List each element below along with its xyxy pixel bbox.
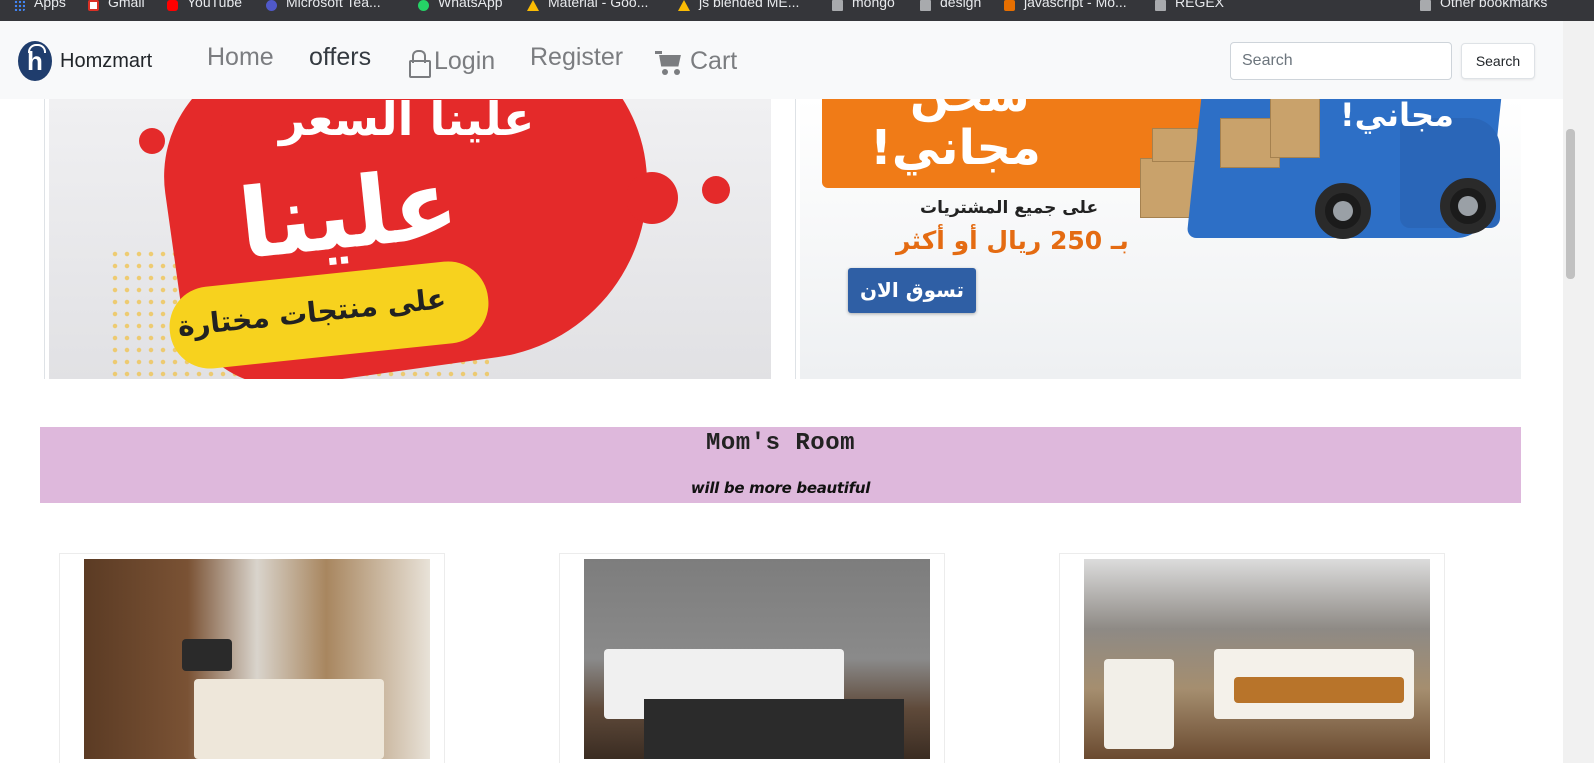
youtube-icon xyxy=(167,0,178,11)
bookmark-design[interactable]: design xyxy=(920,0,981,21)
bookmarks-bar: Apps Gmail YouTube Microsoft Tea... What… xyxy=(0,0,1594,21)
parcel-box xyxy=(1270,98,1320,158)
red-dot xyxy=(139,128,165,154)
whatsapp-icon xyxy=(418,0,429,11)
drive-icon xyxy=(678,0,690,11)
section-header-moms-room: Mom's Room will be more beautiful xyxy=(40,427,1521,503)
offer-banner-discount[interactable]: علينا السعر علينا على منتجات مختارة xyxy=(49,98,771,379)
nav-register[interactable]: Register xyxy=(530,43,623,72)
banner-left-headline: علينا xyxy=(233,146,464,282)
java-icon xyxy=(1004,0,1015,11)
parcel-box xyxy=(1152,128,1198,162)
bookmark-other[interactable]: Other bookmarks xyxy=(1420,0,1547,21)
banner-right-line2: بـ 250 ريال أو أكثر xyxy=(896,226,1129,255)
banner-right-headline: مجاني! xyxy=(870,120,1041,176)
bookmark-regex[interactable]: REGEX xyxy=(1155,0,1224,21)
truck-label: مجاني! xyxy=(1340,98,1454,134)
bookmark-youtube[interactable]: YouTube xyxy=(167,0,242,21)
page-scrollbar[interactable] xyxy=(1563,21,1594,763)
red-dot xyxy=(702,176,730,204)
product-card[interactable] xyxy=(59,553,445,763)
bed-cover-shape xyxy=(1234,677,1404,703)
folder-icon xyxy=(920,0,931,11)
nav-cart-label: Cart xyxy=(690,47,738,75)
banner-divider xyxy=(44,98,45,379)
bookmark-js-blended[interactable]: js blended ME... xyxy=(678,0,799,21)
nav-home[interactable]: Home xyxy=(207,43,274,72)
brand-name: Homzmart xyxy=(60,49,153,72)
red-dot xyxy=(189,124,237,172)
shopping-cart-icon xyxy=(655,49,683,75)
shop-now-button[interactable]: تسوق الان xyxy=(848,268,976,313)
nav-offers[interactable]: offers xyxy=(309,43,371,72)
banner-left-headline-top: علينا السعر xyxy=(279,98,535,146)
bookmark-material-google[interactable]: Material - Goo... xyxy=(527,0,648,21)
bookmark-microsoft-teams[interactable]: Microsoft Tea... xyxy=(266,0,381,21)
rug-shape xyxy=(644,699,904,759)
nav-cart[interactable]: Cart xyxy=(655,47,737,76)
brand-link[interactable]: Homzmart xyxy=(18,41,152,81)
product-image-bedroom-3[interactable] xyxy=(1084,559,1430,759)
product-image-bedroom-1[interactable] xyxy=(84,559,430,759)
banner-divider xyxy=(795,98,796,379)
drive-icon xyxy=(527,0,539,11)
banner-right-headline-top: شحن xyxy=(910,98,1030,122)
red-dot xyxy=(626,172,678,224)
bookmark-javascript[interactable]: javascript - Mo... xyxy=(1004,0,1127,21)
scrollbar-thumb[interactable] xyxy=(1566,129,1575,279)
section-title: Mom's Room xyxy=(705,430,856,457)
bookmark-gmail[interactable]: Gmail xyxy=(88,0,145,21)
unlock-icon xyxy=(409,49,431,78)
nav-login[interactable]: Login xyxy=(409,47,496,78)
bed-shape xyxy=(194,679,384,759)
bookmark-apps[interactable]: Apps xyxy=(14,0,66,21)
apps-grid-icon xyxy=(14,0,25,11)
search-button[interactable]: Search xyxy=(1461,43,1535,79)
folder-icon xyxy=(1420,0,1431,11)
nav-login-label: Login xyxy=(434,47,496,75)
truck-wheel xyxy=(1440,178,1496,234)
product-image-bedroom-2[interactable] xyxy=(584,559,930,759)
search-input[interactable] xyxy=(1230,42,1452,80)
product-card[interactable] xyxy=(1059,553,1445,763)
tv-shape xyxy=(182,639,232,671)
truck-wheel xyxy=(1315,183,1371,239)
teams-icon xyxy=(266,0,277,11)
dresser-shape xyxy=(1104,659,1174,749)
product-card[interactable] xyxy=(559,553,945,763)
homzmart-logo-icon xyxy=(18,41,52,81)
main-navbar: Homzmart Home offers Login Register Cart… xyxy=(0,21,1563,99)
bookmark-whatsapp[interactable]: WhatsApp xyxy=(418,0,503,21)
gmail-icon xyxy=(88,0,99,11)
folder-icon xyxy=(832,0,843,11)
shop-now-label: تسوق الان xyxy=(859,278,965,302)
bookmark-mongo[interactable]: mongo xyxy=(832,0,895,21)
offer-banner-free-shipping[interactable]: شحن مجاني! مجاني! على جميع المشتريات بـ … xyxy=(800,98,1521,379)
banner-right-line1: على جميع المشتريات xyxy=(920,198,1099,218)
folder-icon xyxy=(1155,0,1166,11)
section-subtitle: will be more beautiful xyxy=(690,479,871,497)
